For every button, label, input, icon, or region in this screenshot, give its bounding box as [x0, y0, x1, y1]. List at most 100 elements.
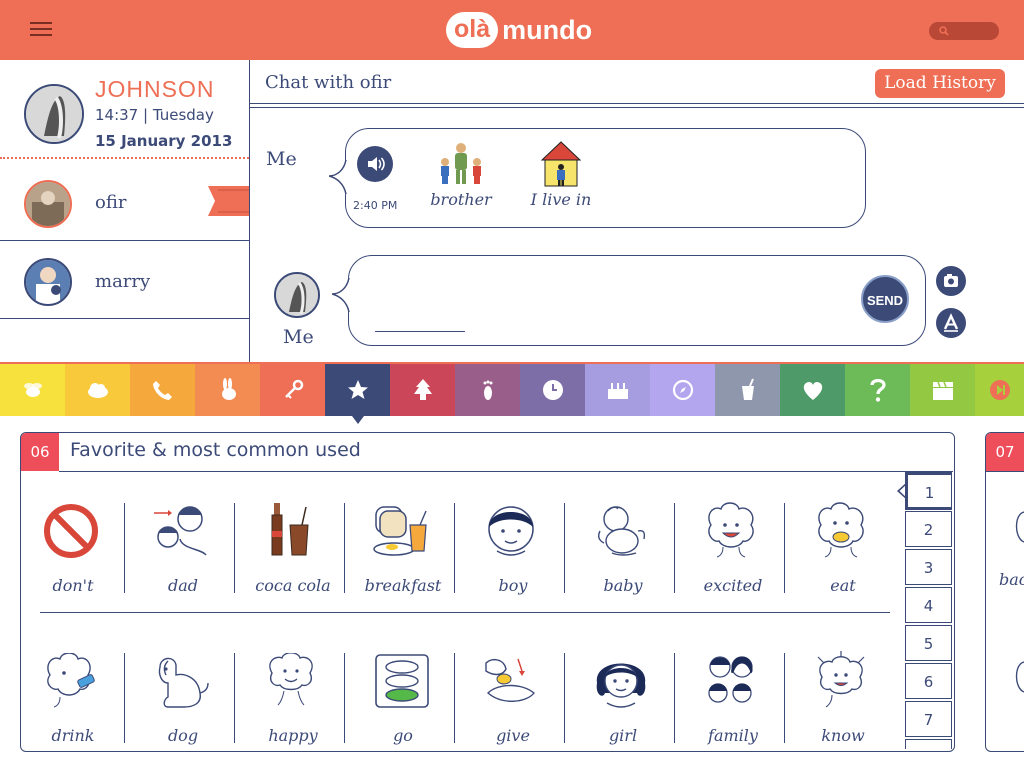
board-number: 06 — [21, 433, 59, 471]
compose-input[interactable] — [348, 255, 926, 346]
cloud-icon — [87, 383, 108, 398]
boy-icon — [488, 506, 534, 556]
category-next[interactable] — [975, 364, 1024, 416]
message-symbol: I live in — [522, 138, 600, 214]
page-button-3[interactable]: 3 — [905, 549, 952, 585]
menu-icon[interactable] — [30, 22, 52, 38]
bee-icon — [23, 383, 42, 397]
next-board-header-rule — [985, 471, 1024, 472]
breakfast-icon — [373, 506, 427, 556]
message-symbol: brother — [428, 138, 494, 214]
message-bubble — [345, 128, 866, 228]
category-places[interactable] — [650, 364, 715, 416]
contact-avatar — [24, 258, 72, 306]
category-questions[interactable] — [845, 364, 910, 416]
selected-caret-icon — [352, 416, 364, 424]
cake-icon — [607, 383, 628, 399]
page-button-5[interactable]: 5 — [905, 625, 952, 661]
symbol-happy[interactable]: happy — [238, 645, 348, 745]
cell-divider — [124, 503, 125, 593]
contact-divider — [0, 318, 249, 319]
dog-icon — [158, 657, 209, 708]
board-title: Favorite & most common used — [70, 439, 361, 461]
symbol-label: drink — [51, 726, 95, 745]
baby-icon — [597, 506, 646, 556]
heart-icon — [803, 381, 822, 400]
phone-icon — [152, 381, 172, 400]
symbol-label: excited — [703, 576, 763, 595]
symbol-dad[interactable]: dad — [128, 495, 238, 595]
next-board-number: 07 — [986, 433, 1024, 471]
next-board-peek-label: bac — [999, 570, 1024, 589]
page-button-2[interactable]: 2 — [905, 511, 952, 547]
symbol-dog[interactable]: dog — [128, 645, 238, 745]
symbol-eat[interactable]: eat — [788, 495, 898, 595]
bubble-tail — [329, 160, 349, 194]
board-header-rule — [59, 471, 953, 472]
category-events[interactable] — [585, 364, 650, 416]
symbol-dont[interactable]: don't — [18, 495, 128, 595]
drink-face-icon — [47, 653, 95, 708]
page-button-6[interactable]: 6 — [905, 663, 952, 699]
rabbit-icon — [221, 378, 236, 400]
symbol-label: don't — [52, 576, 94, 595]
symbol-label: give — [496, 726, 530, 745]
contact-item-marry[interactable]: marry — [0, 241, 249, 318]
category-nature[interactable] — [390, 364, 455, 416]
drink-icon — [741, 378, 754, 400]
traffic-light-icon — [375, 654, 429, 708]
symbol-boy[interactable]: boy — [458, 495, 568, 595]
symbol-label: boy — [498, 576, 528, 595]
symbol-know[interactable]: know — [788, 645, 898, 745]
give-hands-icon — [485, 658, 535, 702]
symbol-family[interactable]: family — [678, 645, 788, 745]
category-animals[interactable] — [195, 364, 260, 416]
camera-button[interactable] — [936, 266, 966, 296]
symbol-label: happy — [268, 726, 318, 745]
cell-divider — [344, 503, 345, 593]
symbol-go[interactable]: go — [348, 645, 458, 745]
page-button-1[interactable]: 1 — [905, 472, 952, 510]
symbol-girl[interactable]: girl — [568, 645, 678, 745]
symbol-coca-cola[interactable]: coca cola — [238, 495, 348, 595]
symbol-excited[interactable]: excited — [678, 495, 788, 595]
page-button-more[interactable] — [905, 739, 952, 749]
symbol-breakfast[interactable]: breakfast — [348, 495, 458, 595]
text-button[interactable] — [936, 308, 966, 338]
key-icon — [284, 379, 303, 399]
brother-symbol-icon — [441, 143, 481, 184]
symbol-baby[interactable]: baby — [568, 495, 678, 595]
category-food[interactable] — [715, 364, 780, 416]
symbol-label: go — [393, 726, 413, 745]
symbol-give[interactable]: give — [458, 645, 568, 745]
category-weather[interactable] — [65, 364, 130, 416]
play-audio-button[interactable] — [357, 146, 393, 182]
category-time[interactable] — [520, 364, 585, 416]
page-button-7[interactable]: 7 — [905, 701, 952, 737]
cell-divider — [674, 653, 675, 743]
symbol-drink[interactable]: drink — [18, 645, 128, 745]
symbol-label: baby — [603, 576, 643, 595]
letter-a-icon — [943, 313, 959, 332]
category-bee[interactable] — [0, 364, 65, 416]
category-objects[interactable] — [260, 364, 325, 416]
category-phone[interactable] — [130, 364, 195, 416]
symbol-label: coca cola — [255, 576, 331, 595]
send-button[interactable]: SEND — [861, 275, 909, 323]
page-button-4[interactable]: 4 — [905, 587, 952, 623]
category-favorites[interactable] — [325, 364, 390, 424]
next-symbol-board — [985, 432, 1024, 752]
tree-icon — [413, 379, 432, 400]
category-entertainment[interactable] — [910, 364, 975, 416]
load-history-button[interactable]: Load History — [875, 69, 1005, 98]
contact-avatar — [24, 180, 72, 228]
search-input[interactable] — [929, 22, 999, 40]
profile-date: 15 January 2013 — [95, 132, 233, 150]
contact-name: ofir — [95, 192, 127, 213]
symbol-label: dog — [167, 726, 199, 745]
category-body[interactable] — [455, 364, 520, 416]
family-icon — [708, 656, 753, 703]
speaker-icon — [368, 157, 385, 171]
compose-sender: Me — [283, 326, 314, 348]
category-feelings[interactable] — [780, 364, 845, 416]
